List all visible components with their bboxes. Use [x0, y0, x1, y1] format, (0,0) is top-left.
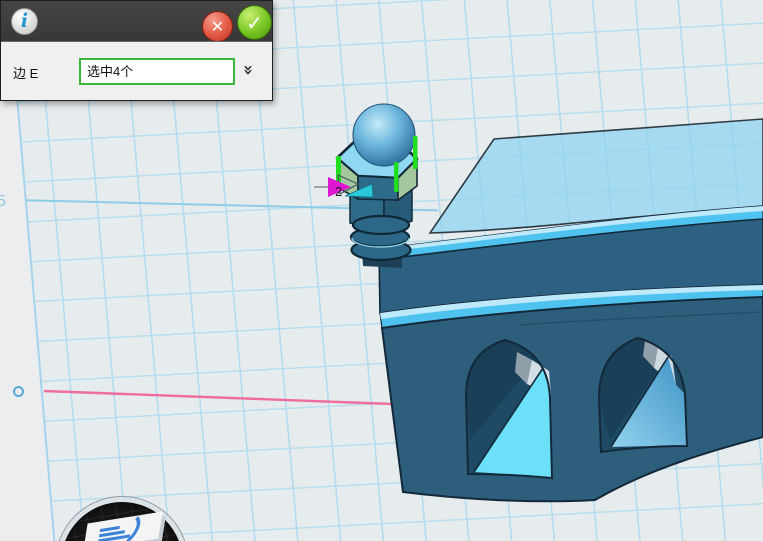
- selected-edge-highlight[interactable]: [413, 136, 418, 169]
- arcade-wall-face[interactable]: [382, 297, 763, 501]
- edge-selection-dialog: i ✕ ✓ 边 E 选中4个 »: [0, 0, 273, 101]
- cancel-button[interactable]: ✕: [202, 11, 233, 42]
- arch-window-left[interactable]: [466, 340, 552, 478]
- datum-axis-line[interactable]: [44, 391, 392, 404]
- expand-chevron-button[interactable]: »: [239, 61, 257, 79]
- info-icon: i: [11, 8, 38, 35]
- selected-edge-highlight[interactable]: [394, 162, 399, 192]
- sphere-knob[interactable]: [353, 104, 415, 166]
- dialog-body: 边 E 选中4个 »: [1, 41, 272, 100]
- edge-selection-input[interactable]: 选中4个: [79, 58, 235, 85]
- edge-field-label: 边 E: [13, 63, 38, 82]
- drag-value-label: 2: [335, 184, 342, 199]
- ring-1: [353, 216, 409, 234]
- logo-glyph-icon: [83, 512, 162, 541]
- confirm-button[interactable]: ✓: [237, 5, 272, 40]
- cad-viewport[interactable]: 5: [0, 0, 763, 541]
- dialog-title-bar[interactable]: i ✕ ✓: [1, 1, 272, 41]
- logo-slab: [83, 512, 162, 541]
- bridge-model[interactable]: [379, 119, 763, 501]
